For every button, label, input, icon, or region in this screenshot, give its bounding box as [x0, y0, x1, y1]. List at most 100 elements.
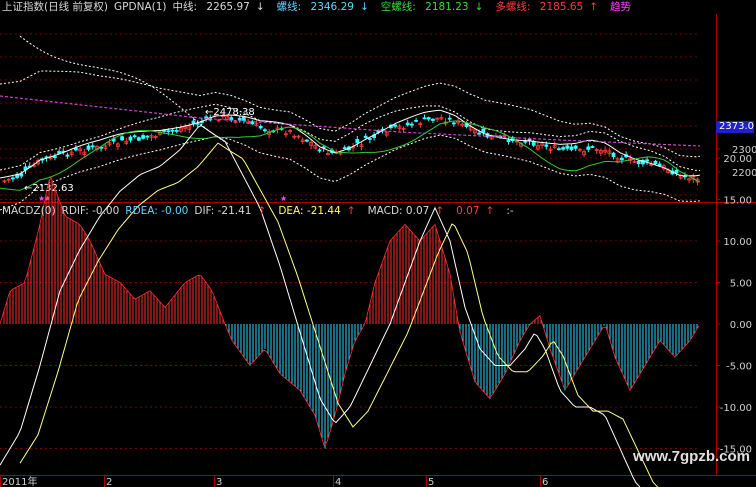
candle-body [481, 128, 486, 133]
candle-body [65, 154, 70, 157]
candle-body [573, 145, 578, 149]
candle-body [174, 130, 179, 132]
candle-body [611, 152, 616, 158]
candle-body [120, 136, 124, 141]
empty-helix-value: 2181.23 [425, 1, 469, 13]
arrow-up-icon: ↑ [435, 205, 445, 217]
candle-body [557, 148, 561, 151]
watermark-text: www.7gpzb.com [633, 448, 750, 465]
arrow-up-icon: ↑ [346, 205, 356, 217]
dif-line [0, 124, 641, 487]
axis-panel: 2300220020.0015.0010.005.000.00-5.00-10.… [0, 14, 756, 487]
macd-value-text: MACD: 0.07 [367, 205, 430, 217]
long-helix-label: 多螺线: 2185.65 ↑ [495, 1, 604, 13]
macd-value-2: 0.07 ↑ [456, 205, 500, 217]
candle-body [657, 163, 662, 166]
macd-tick-label: 10.00 [723, 237, 752, 248]
midline-label-text: 中线: [172, 1, 198, 13]
macd-panel[interactable] [0, 124, 700, 487]
macd-value-2-text: 0.07 [456, 205, 480, 217]
candle-body [426, 117, 431, 120]
x-tick-label: 4 [335, 477, 341, 487]
candle-body [367, 138, 372, 140]
candle-body [447, 117, 452, 120]
stock-chart[interactable]: ←2478.38←2132.63★★ ★ 2300220020.0015.0010… [0, 0, 756, 487]
candle-body [53, 156, 57, 158]
arrow-up-icon: ↑ [257, 205, 267, 217]
dea-value-text: DEA: -21.44 [278, 205, 341, 217]
candle-body [586, 146, 591, 150]
candle-body [531, 141, 536, 146]
x-tick-label: 6 [542, 477, 548, 487]
midline-value: 2265.97 [206, 1, 250, 13]
rdea-value: RDEA: -0.00 [125, 205, 189, 217]
candle-body [304, 139, 309, 142]
rdif-value: RDIF: -0.00 [61, 205, 120, 217]
macd-tick-label: -10.00 [720, 403, 752, 414]
candle-body [262, 129, 267, 132]
macd-tick-label: -5.00 [726, 362, 752, 373]
arrow-up-icon: ↑ [589, 1, 598, 13]
candle-body [132, 135, 137, 138]
candle-body [74, 147, 78, 151]
candle-body [561, 147, 565, 150]
long-helix-value: 2185.65 [539, 1, 584, 13]
candle-body [90, 145, 95, 148]
x-tick-label: 2 [106, 477, 112, 487]
macd-tick-label: 20.00 [723, 154, 752, 165]
x-tick-label: 2011年 [2, 475, 37, 487]
candle-body [620, 157, 624, 161]
grid-lines [0, 33, 756, 476]
candle-body [565, 145, 570, 149]
outer-band-line [19, 35, 231, 146]
arrow-down-icon: ↓ [255, 1, 265, 13]
candle-body [317, 149, 322, 152]
candle-body [136, 137, 141, 141]
candle-body [145, 135, 150, 138]
index-name: 上证指数(日线 前复权) [2, 1, 109, 13]
macd-tick-label: 15.00 [723, 196, 752, 207]
macd-value: MACD: 0.07 ↑ [368, 205, 451, 217]
macd-header: MACDZ(0) RDIF: -0.00 RDEA: -0.00 DIF: -21.4… [2, 205, 520, 218]
candle-body [477, 132, 482, 135]
inner-band-line [0, 103, 701, 172]
candle-body [544, 144, 549, 147]
price-tick-label: 2200 [732, 168, 756, 179]
candle-body [355, 139, 360, 144]
candle-body [645, 159, 649, 162]
macd-tail: :- [506, 205, 514, 217]
candle-body [674, 169, 679, 174]
candle-body [342, 147, 347, 150]
dea-value: DEA: -21.44 ↑ [278, 205, 361, 217]
candle-body [636, 160, 641, 165]
candle-body [409, 123, 414, 126]
x-tick-label: 5 [428, 477, 434, 487]
candle-body [393, 124, 398, 127]
arrow-up-icon: ↑ [485, 205, 495, 217]
star-marker: ★ [280, 194, 287, 203]
long-helix-label-text: 多螺线: [495, 1, 531, 13]
helix-label-text: 螺线: [276, 1, 302, 13]
candle-body [10, 177, 15, 180]
candle-body [506, 139, 511, 143]
candle-body [170, 129, 175, 132]
dif-value-text: DIF: -21.41 [194, 205, 252, 217]
candle-body [363, 135, 368, 138]
candle-body [128, 136, 133, 141]
candle-body [430, 118, 435, 121]
candle-body [258, 125, 263, 129]
midline-label: 中线: 2265.97 ↓ [173, 1, 271, 13]
candle-body [414, 119, 419, 122]
indicator-name: GPDNA(1) [114, 1, 167, 13]
macd-tick-label: 0.00 [730, 320, 752, 331]
candle-body [422, 117, 427, 120]
macd-name: MACDZ(0) [2, 205, 56, 217]
candle-body [653, 160, 658, 165]
arrow-down-icon: ↓ [359, 1, 369, 13]
candle-body [141, 135, 146, 139]
candle-body [569, 146, 574, 151]
helix-value: 2346.29 [310, 1, 354, 13]
trend-label: 趋势 [610, 1, 631, 13]
price-panel[interactable]: ←2478.38←2132.63★★ ★ [0, 35, 701, 211]
empty-helix-label-text: 空螺线: [380, 1, 416, 13]
